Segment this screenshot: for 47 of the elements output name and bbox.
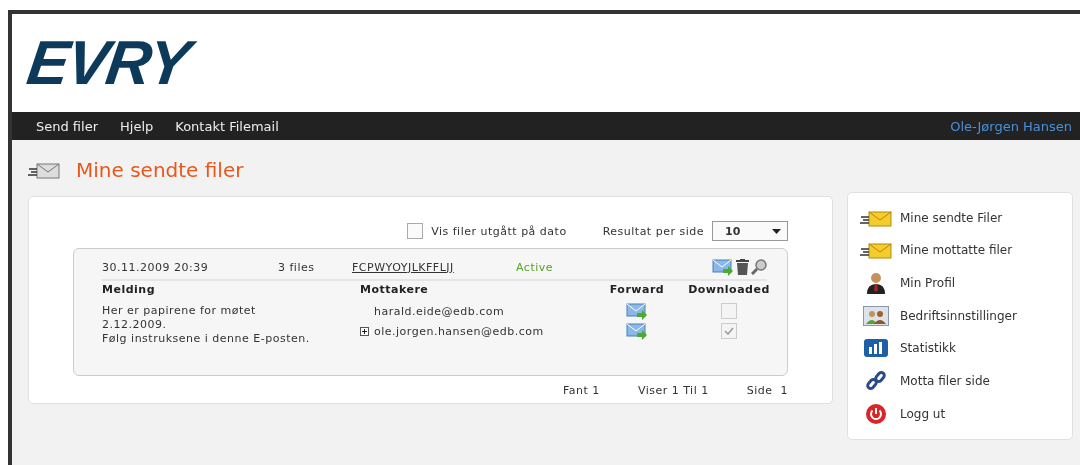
message-line: Her er papirene for møtet: [102, 304, 257, 318]
showing-range: Viser 1 Til 1: [637, 384, 709, 397]
recipient-email: harald.eide@edb.com: [374, 304, 505, 318]
page-number: Side 1: [746, 384, 788, 397]
message-line: 2.12.2009.: [102, 318, 168, 332]
power-icon: [865, 403, 887, 425]
column-header: Melding: [102, 283, 157, 298]
sidebar-item[interactable]: Mine mottatte filer: [856, 239, 1064, 261]
envelope-icon: [860, 241, 892, 260]
expand-icon: [360, 326, 369, 336]
message-line: Følg instruksene i denne E-posten.: [102, 332, 311, 346]
file-count: 3 files: [278, 260, 316, 274]
logo: EVRY: [21, 14, 195, 112]
recipient-email: ole.jorgen.hansen@edb.com: [374, 324, 544, 338]
checkbox[interactable]: [407, 223, 424, 239]
column-header: Downloaded: [687, 283, 771, 298]
trash-icon[interactable]: [736, 259, 749, 275]
nav-link[interactable]: Hjelp: [120, 118, 154, 134]
transfer-code-link[interactable]: FCPWYOYJLKFFLJJ: [352, 260, 516, 274]
envelope-icon: [860, 208, 892, 227]
search-icon[interactable]: [751, 259, 767, 275]
nav-link[interactable]: Kontakt Filemail: [175, 118, 279, 134]
sidebar-item[interactable]: Min Profil: [856, 272, 1064, 294]
per-page-dropdown[interactable]: 10: [712, 221, 788, 241]
column-header: Forward: [608, 283, 666, 298]
sidebar-item[interactable]: Logg ut: [856, 403, 1064, 425]
person-icon: [866, 272, 886, 294]
sidebar-item[interactable]: Statistikk: [856, 337, 1064, 359]
nav-link[interactable]: Send filer: [36, 118, 99, 134]
chain-icon: [865, 370, 887, 392]
sidebar-item[interactable]: Mine sendte Filer: [856, 207, 1064, 229]
results-per-page-label: Resultat per side: [602, 224, 704, 238]
sidebar-item[interactable]: Bedriftsinnstillinger: [856, 305, 1064, 327]
people-icon: [863, 305, 889, 326]
transfer-status: Active: [516, 260, 555, 274]
check-icon: [724, 327, 734, 335]
column-header: Mottakere: [360, 283, 430, 298]
found-count: Fant 1: [563, 384, 600, 397]
page-title: Mine sendte filer: [76, 158, 244, 182]
checkbox-label: Vis filer utgått på dato: [431, 224, 567, 238]
bar-chart-icon: [864, 339, 888, 358]
sidebar-item[interactable]: Motta filer side: [856, 370, 1064, 392]
transfer-date: 30.11.2009 20:39: [102, 260, 210, 274]
caret-icon: [772, 228, 781, 234]
user-name-link[interactable]: Ole-Jørgen Hansen: [950, 118, 1072, 134]
forward-mail-icon[interactable]: [626, 322, 648, 340]
forward-mail-icon[interactable]: [626, 302, 648, 320]
